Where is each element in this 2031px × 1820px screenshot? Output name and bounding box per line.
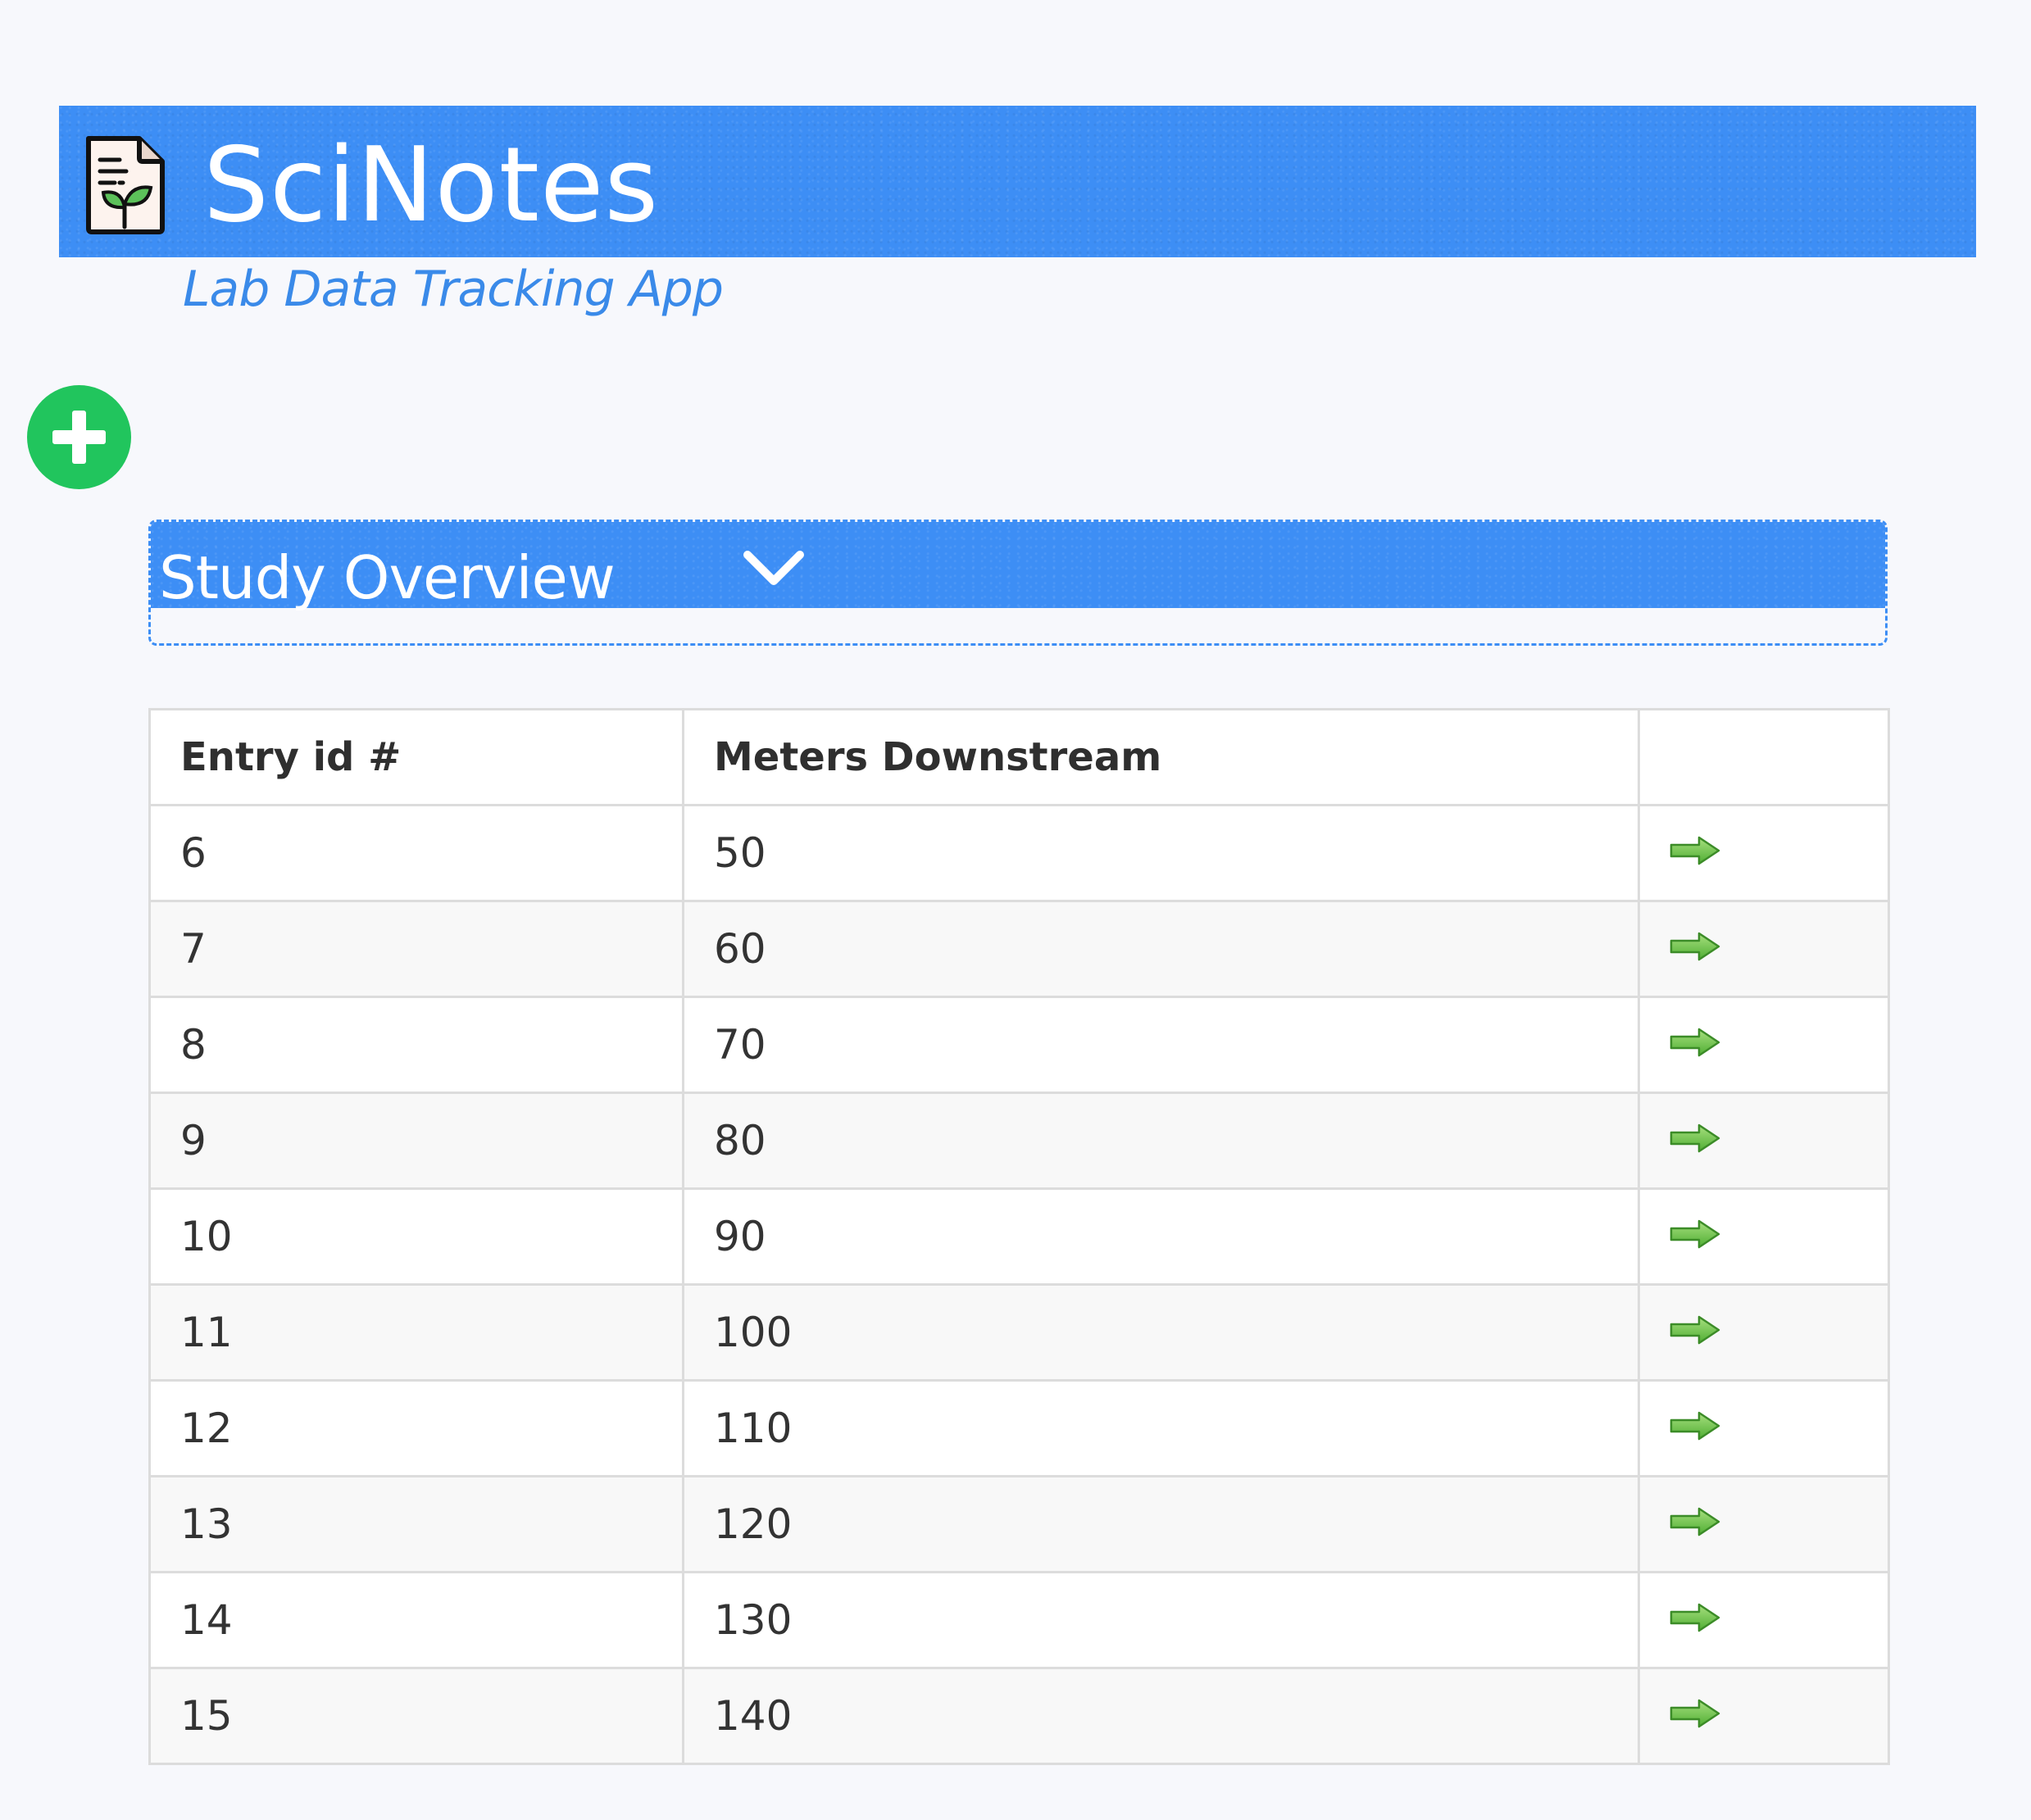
- meters-cell: 120: [682, 1475, 1640, 1573]
- open-entry-button[interactable]: [1638, 1379, 1890, 1477]
- meters-cell: 60: [682, 900, 1640, 998]
- table-row: 6 50: [148, 804, 1890, 902]
- arrow-right-icon: [1670, 836, 1720, 865]
- arrow-right-icon: [1670, 1219, 1720, 1249]
- meters-cell: 80: [682, 1092, 1640, 1190]
- app-subtitle: Lab Data Tracking App: [183, 261, 724, 318]
- arrow-right-icon: [1670, 1028, 1720, 1057]
- table-header-row: Entry id # Meters Downstream: [148, 708, 1890, 806]
- entry-id-cell: 7: [148, 900, 684, 998]
- meters-cell: 70: [682, 996, 1640, 1094]
- open-entry-button[interactable]: [1638, 804, 1890, 902]
- plus-icon: [52, 411, 106, 464]
- open-entry-button[interactable]: [1638, 1187, 1890, 1286]
- arrow-right-icon: [1670, 1411, 1720, 1441]
- entry-id-cell: 13: [148, 1475, 684, 1573]
- open-entry-button[interactable]: [1638, 1092, 1890, 1190]
- table-row: 12 110: [148, 1379, 1890, 1477]
- entry-id-cell: 15: [148, 1667, 684, 1765]
- column-header-entry-id: Entry id #: [148, 708, 684, 806]
- table-row: 10 90: [148, 1187, 1890, 1286]
- table-row: 15 140: [148, 1667, 1890, 1765]
- entries-table: Entry id # Meters Downstream 6 50 7 60 8…: [148, 708, 1890, 1765]
- column-header-actions: [1638, 708, 1890, 806]
- meters-cell: 130: [682, 1571, 1640, 1669]
- section-header-toggle[interactable]: Study Overview: [151, 522, 1885, 612]
- arrow-right-icon: [1670, 1603, 1720, 1632]
- arrow-right-icon: [1670, 1507, 1720, 1536]
- column-header-meters-downstream: Meters Downstream: [682, 708, 1640, 806]
- arrow-right-icon: [1670, 932, 1720, 961]
- table-row: 9 80: [148, 1092, 1890, 1190]
- add-entry-button[interactable]: [27, 385, 131, 489]
- arrow-right-icon: [1670, 1699, 1720, 1728]
- open-entry-button[interactable]: [1638, 996, 1890, 1094]
- meters-cell: 100: [682, 1283, 1640, 1382]
- app-title: SciNotes: [203, 125, 660, 245]
- entry-id-cell: 12: [148, 1379, 684, 1477]
- open-entry-button[interactable]: [1638, 1571, 1890, 1669]
- table-row: 13 120: [148, 1475, 1890, 1573]
- entry-id-cell: 11: [148, 1283, 684, 1382]
- meters-cell: 140: [682, 1667, 1640, 1765]
- chevron-down-icon[interactable]: [741, 545, 806, 597]
- arrow-right-icon: [1670, 1315, 1720, 1345]
- open-entry-button[interactable]: [1638, 1283, 1890, 1382]
- meters-cell: 90: [682, 1187, 1640, 1286]
- meters-cell: 50: [682, 804, 1640, 902]
- table-row: 7 60: [148, 900, 1890, 998]
- entry-id-cell: 8: [148, 996, 684, 1094]
- notes-sprout-icon: [84, 135, 167, 235]
- table-row: 14 130: [148, 1571, 1890, 1669]
- entry-id-cell: 6: [148, 804, 684, 902]
- table-row: 11 100: [148, 1283, 1890, 1382]
- entry-id-cell: 10: [148, 1187, 684, 1286]
- arrow-right-icon: [1670, 1123, 1720, 1153]
- open-entry-button[interactable]: [1638, 1667, 1890, 1765]
- table-row: 8 70: [148, 996, 1890, 1094]
- app-header-banner: SciNotes: [59, 106, 1976, 257]
- section-title: Study Overview: [159, 543, 616, 612]
- open-entry-button[interactable]: [1638, 1475, 1890, 1573]
- table-body: 6 50 7 60 8 70 9 80 10 90 11 100 12 110 …: [148, 804, 1890, 1765]
- study-overview-section: Study Overview: [148, 520, 1888, 646]
- open-entry-button[interactable]: [1638, 900, 1890, 998]
- entry-id-cell: 14: [148, 1571, 684, 1669]
- meters-cell: 110: [682, 1379, 1640, 1477]
- entry-id-cell: 9: [148, 1092, 684, 1190]
